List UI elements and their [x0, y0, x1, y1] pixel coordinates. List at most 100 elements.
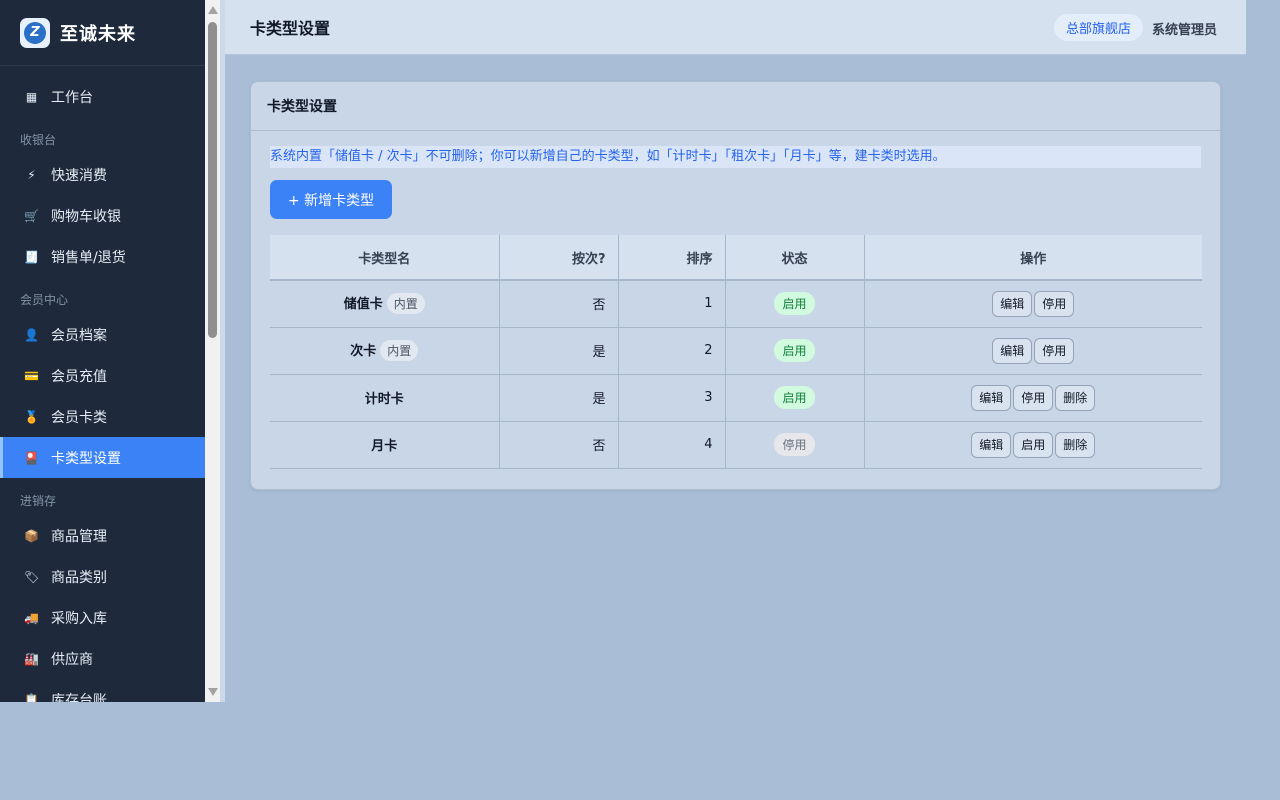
cell-by-count: 是	[499, 374, 619, 422]
sidebar-item[interactable]: 🏅 会员卡类	[0, 396, 205, 437]
nav-icon: 💳	[24, 368, 39, 383]
scroll-up-arrow-icon[interactable]	[208, 6, 218, 14]
col-header-ops: 操作	[864, 235, 1202, 281]
notice-text: 系统内置「储值卡 / 次卡」不可删除；你可以新增自己的卡类型，如「计时卡」「租次…	[270, 146, 1201, 168]
row-action-button[interactable]: 编辑	[992, 337, 1033, 364]
cell-ops: 编辑 停用 删除	[864, 374, 1202, 422]
sidebar-item-label: 商品管理	[51, 528, 107, 545]
sidebar-item-label: 会员卡类	[51, 409, 107, 426]
nav-icon: 🎴	[24, 450, 39, 465]
sidebar-item[interactable]: 🛒 购物车收银	[0, 195, 205, 236]
cell-status: 启用	[725, 327, 865, 375]
sidebar-item-label: 工作台	[51, 89, 93, 106]
scroll-down-arrow-icon[interactable]	[208, 688, 218, 696]
sidebar-item-label: 卡类型设置	[51, 450, 121, 467]
brand[interactable]: Z 至诚未来	[0, 0, 205, 66]
table-row: 储值卡 内置否 1 启用 编辑 停用	[270, 280, 1202, 328]
cell-by-count: 否	[499, 421, 619, 469]
sidebar-item-label: 销售单/退货	[51, 249, 126, 266]
col-header-name: 卡类型名	[270, 235, 500, 281]
sidebar-item[interactable]: 🎴 卡类型设置	[0, 437, 205, 478]
table-row: 计时卡 是 3 启用 编辑 停用 删除	[270, 374, 1202, 422]
store-badge[interactable]: 总部旗舰店	[1054, 14, 1144, 41]
table-header-row: 卡类型名 按次? 排序 状态 操作	[270, 235, 1202, 281]
cell-sort: 2	[618, 327, 726, 375]
sidebar-item[interactable]: ⚡ 快速消费	[0, 154, 205, 195]
cell-by-count: 否	[499, 280, 619, 328]
nav-icon: 🚚	[24, 610, 39, 625]
cell-name: 计时卡	[270, 374, 500, 422]
sidebar-item-label: 库存台账	[51, 692, 107, 703]
sidebar-item-label: 供应商	[51, 651, 93, 668]
nav-icon: ⚡	[27, 167, 36, 182]
builtin-tag: 内置	[380, 340, 419, 361]
nav-icon: 🏷	[24, 569, 40, 584]
cell-name: 储值卡 内置	[270, 280, 500, 328]
row-action-button[interactable]: 停用	[1013, 384, 1054, 411]
row-action-button[interactable]: 编辑	[992, 290, 1033, 317]
sidebar-item[interactable]: 🏷 商品类别	[0, 556, 205, 597]
nav-icon: 📦	[24, 528, 39, 543]
cell-ops: 编辑 停用	[864, 327, 1202, 375]
col-header-by-count: 按次?	[499, 235, 619, 281]
scroll-thumb[interactable]	[208, 22, 217, 338]
sidebar-item[interactable]: 🏭 供应商	[0, 638, 205, 679]
nav-group-label: 进销存	[20, 494, 57, 508]
row-action-button[interactable]: 编辑	[971, 431, 1012, 458]
sidebar-item[interactable]: 🚚 采购入库	[0, 597, 205, 638]
card-type-name: 次卡	[350, 344, 377, 359]
col-header-sort: 排序	[618, 235, 726, 281]
sidebar-item[interactable]: 💳 会员充值	[0, 355, 205, 396]
sidebar-item-label: 快速消费	[51, 167, 107, 184]
card-type-table: 卡类型名 按次? 排序 状态 操作 储值卡 内置否 1 启用 编辑 停用 次卡 内置是 2 启用编…	[270, 235, 1202, 469]
card-type-name: 计时卡	[364, 392, 404, 407]
card-type-name: 储值卡	[343, 297, 383, 313]
row-action-button[interactable]: 删除	[1055, 431, 1096, 458]
cell-ops: 编辑 启用 删除	[864, 421, 1202, 469]
nav-icon: 🏭	[24, 651, 39, 666]
cell-name: 次卡 内置	[270, 327, 500, 375]
status-badge: 启用	[774, 386, 815, 409]
cell-status: 启用	[725, 280, 865, 328]
row-action-button[interactable]: 删除	[1055, 384, 1096, 411]
table-row: 月卡 否 4 停用 编辑 启用 删除	[270, 421, 1202, 469]
sidebar-item-label: 会员充值	[51, 368, 107, 385]
sidebar-item[interactable]: 🧾 销售单/退货	[0, 236, 205, 277]
nav-icon: ▦	[25, 89, 38, 104]
cell-sort: 3	[618, 374, 726, 422]
add-card-type-button[interactable]: + 新增卡类型	[270, 180, 392, 219]
page-title: 卡类型设置	[250, 19, 331, 38]
brand-name: 至诚未来	[60, 23, 136, 45]
nav-icon: 👤	[24, 327, 39, 342]
nav-icon: 🛒	[24, 208, 39, 223]
sidebar-item-label: 会员档案	[51, 327, 107, 344]
status-badge: 启用	[774, 292, 815, 316]
sidebar-scrollbar[interactable]	[205, 0, 220, 702]
row-action-button[interactable]: 停用	[1034, 290, 1075, 317]
card-title: 卡类型设置	[251, 82, 1220, 131]
user-name[interactable]: 系统管理员	[1152, 19, 1217, 38]
sidebar-item-label: 购物车收银	[51, 208, 121, 225]
sidebar-item[interactable]: ▦ 工作台	[0, 76, 205, 117]
sidebar-item-label: 商品类别	[51, 569, 107, 586]
row-action-button[interactable]: 停用	[1034, 337, 1075, 364]
cell-ops: 编辑 停用	[864, 280, 1202, 328]
sidebar-item[interactable]: 📦 商品管理	[0, 515, 205, 556]
nav-group-label: 收银台	[20, 133, 57, 147]
status-badge: 停用	[774, 433, 815, 456]
col-header-status: 状态	[725, 235, 865, 281]
card-type-name: 月卡	[371, 439, 398, 454]
sidebar-item-label: 采购入库	[51, 610, 107, 627]
nav-group-label: 会员中心	[20, 293, 69, 307]
cell-sort: 4	[618, 421, 726, 469]
builtin-tag: 内置	[386, 293, 425, 315]
row-action-button[interactable]: 编辑	[971, 384, 1012, 411]
top-bar: 卡类型设置 总部旗舰店 系统管理员	[225, 0, 1246, 55]
table-row: 次卡 内置是 2 启用 编辑 停用	[270, 327, 1202, 375]
sidebar-item[interactable]: 👤 会员档案	[0, 314, 205, 355]
sidebar-item[interactable]: 📋 库存台账	[0, 679, 205, 703]
card-type-panel: 卡类型设置 系统内置「储值卡 / 次卡」不可删除；你可以新增自己的卡类型，如「计…	[250, 81, 1221, 490]
nav-icon: 🏅	[24, 409, 39, 424]
cell-sort: 1	[618, 280, 726, 328]
row-action-button[interactable]: 启用	[1013, 431, 1054, 458]
